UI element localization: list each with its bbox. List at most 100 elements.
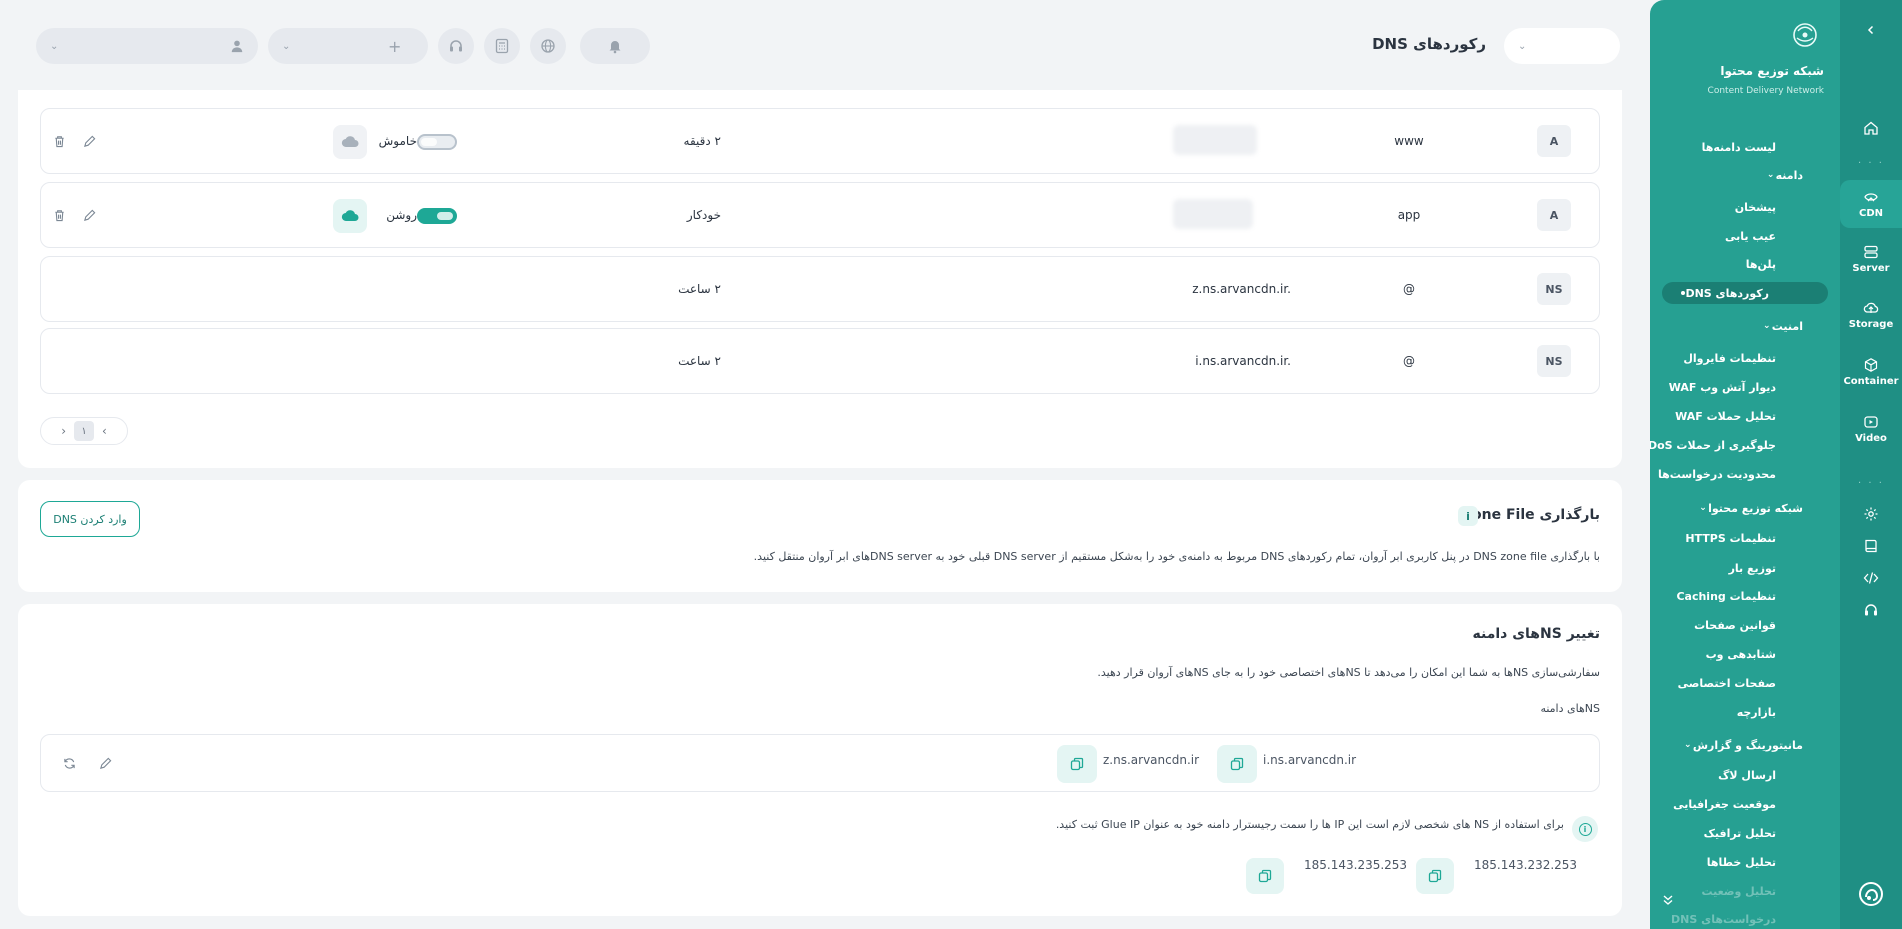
sidebar-item[interactable]: توزیع بار	[1650, 557, 1840, 579]
edit-button[interactable]	[81, 133, 97, 149]
rail-item-storage[interactable]: Storage	[1840, 300, 1902, 330]
copy-icon	[1230, 757, 1244, 771]
import-dns-button[interactable]: وارد کردن DNS	[40, 501, 140, 537]
code-icon	[1863, 572, 1879, 584]
cloud-toggle[interactable]	[417, 134, 457, 150]
divider: · · ·	[1858, 478, 1884, 489]
sidebar-item[interactable]: جلوگیری از حملات DDoS	[1650, 434, 1840, 456]
cloud-icon	[341, 136, 359, 148]
api-button[interactable]	[1840, 570, 1902, 586]
chevron-down-icon: ⌄	[1518, 40, 1527, 52]
sidebar-item[interactable]: پیشخان	[1650, 196, 1840, 218]
copy-button[interactable]	[1057, 745, 1097, 783]
sidebar-item[interactable]: تنظیمات HTTPS	[1650, 527, 1840, 549]
sidebar-item[interactable]: محدودیت درخواست‌ها	[1650, 463, 1840, 485]
table-row[interactable]: NS @ i.ns.arvancdn.ir. ۲ ساعت	[40, 328, 1600, 394]
support-button[interactable]	[438, 28, 474, 64]
edit-ns-button[interactable]	[97, 755, 113, 771]
cloud-button[interactable]	[333, 199, 367, 233]
pagination-page[interactable]: ۱	[74, 421, 94, 441]
settings-button[interactable]	[1840, 506, 1902, 522]
sidebar-item-label: ارسال لاگ	[1718, 768, 1776, 782]
sidebar-group[interactable]: ⌄ امنیت	[1650, 315, 1840, 337]
edit-button[interactable]	[81, 207, 97, 223]
language-button[interactable]	[530, 28, 566, 64]
cloud-icon	[341, 210, 359, 222]
page-title: رکوردهای DNS	[1372, 35, 1486, 53]
add-dropdown[interactable]: ⌄ +	[268, 28, 428, 64]
book-icon	[1865, 539, 1877, 553]
docs-button[interactable]	[1840, 538, 1902, 554]
cloud-toggle[interactable]	[417, 208, 457, 224]
record-ttl: خودکار	[686, 208, 721, 222]
record-name: app	[1397, 208, 1421, 222]
sidebar-item-label: عیب یابی	[1725, 229, 1776, 243]
cloud-status-label: روشن	[386, 208, 417, 222]
sidebar-item[interactable]: عیب یابی	[1650, 225, 1840, 247]
collapse-menu-button[interactable]	[1656, 888, 1680, 912]
table-row[interactable]: A www ۲ دقیقه خاموش	[40, 108, 1600, 174]
copy-button[interactable]	[1416, 858, 1454, 894]
record-name: www	[1394, 134, 1424, 148]
sidebar-item-active[interactable]: رکوردهای DNS	[1662, 282, 1828, 304]
chevron-down-icon: ⌄	[282, 40, 291, 52]
collapse-sidebar-button[interactable]	[1859, 18, 1883, 42]
pencil-icon	[83, 209, 95, 221]
sidebar-item[interactable]: صفحات اختصاصی	[1650, 672, 1840, 694]
sidebar-group[interactable]: ⌄ شبکه توزیع محتوا	[1650, 497, 1840, 519]
support-button[interactable]	[1840, 602, 1902, 618]
domain-select[interactable]: ⌄	[1504, 28, 1620, 64]
trash-icon	[54, 135, 64, 147]
table-row[interactable]: A app خودکار روشن	[40, 182, 1600, 248]
chevron-down-icon: ⌄	[1763, 321, 1771, 331]
pagination: › ۱ ‹	[40, 417, 128, 445]
gear-icon	[1864, 507, 1878, 521]
record-value: z.ns.arvancdn.ir.	[1192, 282, 1291, 296]
bell-icon	[609, 41, 621, 54]
sidebar-item[interactable]: تنظیمات Caching	[1650, 585, 1840, 607]
sidebar-item[interactable]: موقعیت جغرافیایی	[1650, 793, 1840, 815]
sidebar-item[interactable]: ارسال لاگ	[1650, 764, 1840, 786]
sidebar-item[interactable]: پلن‌ها	[1650, 253, 1840, 275]
pagination-prev[interactable]: ‹	[102, 424, 107, 438]
info-glyph: i	[1578, 822, 1592, 836]
record-type-badge: A	[1537, 125, 1571, 157]
sidebar-item-label: تنظیمات HTTPS	[1685, 531, 1776, 545]
sidebar-item-label: محدودیت درخواست‌ها	[1658, 467, 1776, 481]
sidebar-item[interactable]: دیوار آتش وب WAF	[1650, 376, 1840, 398]
calculator-button[interactable]	[484, 28, 520, 64]
pagination-next[interactable]: ›	[61, 424, 66, 438]
sidebar-group[interactable]: ⌄ دامنه	[1650, 164, 1840, 186]
rail-item-container[interactable]: Container	[1840, 357, 1902, 387]
record-type-badge: A	[1537, 199, 1571, 231]
rail-item-cdn[interactable]: CDN	[1840, 180, 1902, 228]
home-button[interactable]	[1840, 120, 1902, 136]
chevron-left-icon	[1867, 25, 1874, 35]
sidebar-item[interactable]: بازارچه	[1650, 701, 1840, 723]
copy-button[interactable]	[1217, 745, 1257, 783]
reset-ns-button[interactable]	[61, 755, 77, 771]
copy-button[interactable]	[1246, 858, 1284, 894]
table-row[interactable]: NS @ z.ns.arvancdn.ir. ۲ ساعت	[40, 256, 1600, 322]
brand-logo-icon	[1793, 23, 1817, 47]
rail-item-video[interactable]: Video	[1840, 414, 1902, 444]
sidebar-group[interactable]: ⌄ مانیتورینگ و گزارش	[1650, 734, 1840, 756]
delete-button[interactable]	[51, 207, 67, 223]
sidebar-item[interactable]: تحلیل ترافیک	[1650, 822, 1840, 844]
ns-server-value: z.ns.arvancdn.ir	[1103, 753, 1200, 767]
cloud-button[interactable]	[333, 125, 367, 159]
sidebar-item[interactable]: تحلیل خطاها	[1650, 851, 1840, 873]
sidebar-item[interactable]: تنظیمات فایروال	[1650, 347, 1840, 369]
toggle-knob	[437, 212, 453, 220]
sidebar-item[interactable]: شتابدهی وب	[1650, 643, 1840, 665]
sidebar-item[interactable]: تحلیل حملات WAF	[1650, 405, 1840, 427]
user-menu[interactable]: ⌄	[36, 28, 258, 64]
rail-item-server[interactable]: Server	[1840, 244, 1902, 274]
notifications-button[interactable]	[580, 28, 650, 64]
sidebar-item[interactable]: لیست دامنه‌ها	[1650, 136, 1840, 158]
sidebar-item[interactable]: قوانین صفحات	[1650, 614, 1840, 636]
server-icon	[1864, 245, 1878, 259]
sidebar-item-label: درخواست‌های DNS	[1671, 912, 1776, 926]
sidebar-item-label: تنظیمات فایروال	[1683, 351, 1776, 365]
delete-button[interactable]	[51, 133, 67, 149]
